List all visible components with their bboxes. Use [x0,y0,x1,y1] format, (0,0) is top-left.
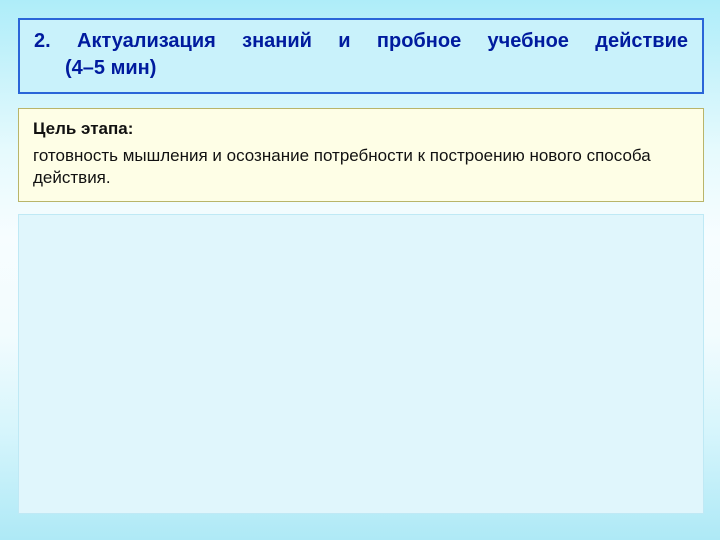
stage-title-line1: 2. Актуализация знаний и пробное учебное… [34,28,688,55]
stage-title-line2: (4–5 мин) [34,55,688,82]
stage-content-box [18,214,704,514]
stage-goal-label: Цель этапа: [33,119,689,139]
stage-goal-box: Цель этапа: готовность мышления и осозна… [18,108,704,202]
stage-title-box: 2. Актуализация знаний и пробное учебное… [18,18,704,94]
stage-goal-body: готовность мышления и осознание потребно… [33,145,689,189]
